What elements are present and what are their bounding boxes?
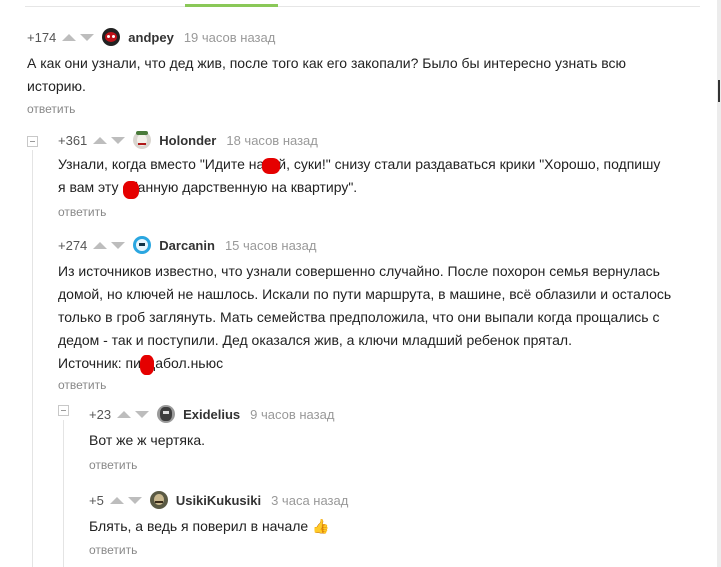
comment-text-line: дедом - так и поступили. Дед оказался жи… — [58, 332, 572, 348]
avatar[interactable] — [133, 131, 152, 149]
thread-line[interactable] — [32, 150, 33, 567]
comment-author[interactable]: UsikiKukusiki — [176, 493, 261, 508]
scrollbar[interactable] — [717, 0, 721, 567]
reply-link[interactable]: ответить — [58, 205, 106, 219]
scrollbar-thumb[interactable] — [718, 80, 720, 102]
comment-header: +361 Holonder 18 часов назад — [58, 130, 318, 150]
comment-author[interactable]: Holonder — [159, 133, 216, 148]
comment-text-line: домой, но ключей не нашлось. Искали по п… — [58, 286, 672, 302]
comment-text: Узнали, когда вместо "Идите нахуй, суки!… — [58, 153, 660, 199]
comment-text-line: Из источников известно, что узнали совер… — [58, 263, 660, 279]
comment-text-line: Вот же ж чертяка. — [89, 432, 206, 448]
comment-rating: +274 — [58, 237, 88, 253]
comment-time[interactable]: 3 часа назад — [271, 493, 348, 508]
comment-header: +174 andpey 19 часов назад — [27, 27, 275, 47]
arrow-down-icon[interactable] — [127, 496, 142, 504]
reply-link[interactable]: ответить — [89, 543, 137, 557]
comment-text-line: историю. — [27, 78, 86, 94]
comment-text-line: я вам эту ебанную дарственную на квартир… — [58, 179, 358, 195]
arrow-down-icon[interactable] — [135, 410, 150, 418]
comment-text: Вот же ж чертяка. — [89, 429, 205, 452]
arrow-up-icon[interactable] — [117, 410, 132, 418]
comment-rating: +174 — [27, 29, 57, 45]
comment-time[interactable]: 19 часов назад — [184, 30, 276, 45]
comment-time[interactable]: 18 часов назад — [226, 133, 318, 148]
avatar[interactable] — [157, 405, 176, 423]
comment-text: Блять, а ведь я поверил в начале 👍 — [89, 515, 330, 538]
arrow-down-icon[interactable] — [111, 241, 126, 249]
active-tab-indicator — [185, 4, 278, 7]
reply-link[interactable]: ответить — [58, 378, 106, 392]
censor-scribble — [123, 181, 139, 199]
comment-text-line: Узнали, когда вместо "Идите нахуй, суки!… — [58, 156, 661, 172]
arrow-up-icon[interactable] — [62, 33, 77, 41]
arrow-up-icon[interactable] — [93, 136, 108, 144]
arrow-down-icon[interactable] — [111, 136, 126, 144]
arrow-up-icon[interactable] — [93, 241, 108, 249]
avatar[interactable] — [102, 28, 121, 46]
comment-author[interactable]: Darcanin — [159, 238, 215, 253]
arrow-down-icon[interactable] — [80, 33, 95, 41]
censor-scribble — [140, 355, 154, 375]
comment-rating: +5 — [89, 492, 104, 508]
comment-author[interactable]: Exidelius — [183, 407, 240, 422]
comment-text-line: А как они узнали, что дед жив, после тог… — [27, 55, 627, 71]
top-divider — [25, 0, 700, 7]
comment-rating: +23 — [89, 406, 112, 422]
comment-text: А как они узнали, что дед жив, после тог… — [27, 52, 626, 98]
comment-author[interactable]: andpey — [128, 30, 174, 45]
reply-link[interactable]: ответить — [27, 102, 75, 116]
comment-time[interactable]: 15 часов назад — [225, 238, 317, 253]
minus-square-icon[interactable] — [27, 136, 38, 147]
thread-line[interactable] — [63, 420, 64, 567]
comment-header: +274 Darcanin 15 часов назад — [58, 235, 316, 255]
comment-text-line: Блять, а ведь я поверил в начале 👍 — [89, 518, 330, 534]
comment-header: +5 UsikiKukusiki 3 часа назад — [89, 490, 348, 510]
avatar[interactable] — [133, 236, 152, 254]
arrow-up-icon[interactable] — [109, 496, 124, 504]
minus-square-icon[interactable] — [58, 405, 69, 416]
reply-link[interactable]: ответить — [89, 458, 137, 472]
comment-text-line: только в гроб заглянуть. Мать семейства … — [58, 309, 660, 325]
avatar[interactable] — [149, 491, 168, 509]
censor-scribble — [262, 158, 280, 174]
comment-rating: +361 — [58, 132, 88, 148]
comment-time[interactable]: 9 часов назад — [250, 407, 334, 422]
comment-header: +23 Exidelius 9 часов назад — [89, 404, 334, 424]
